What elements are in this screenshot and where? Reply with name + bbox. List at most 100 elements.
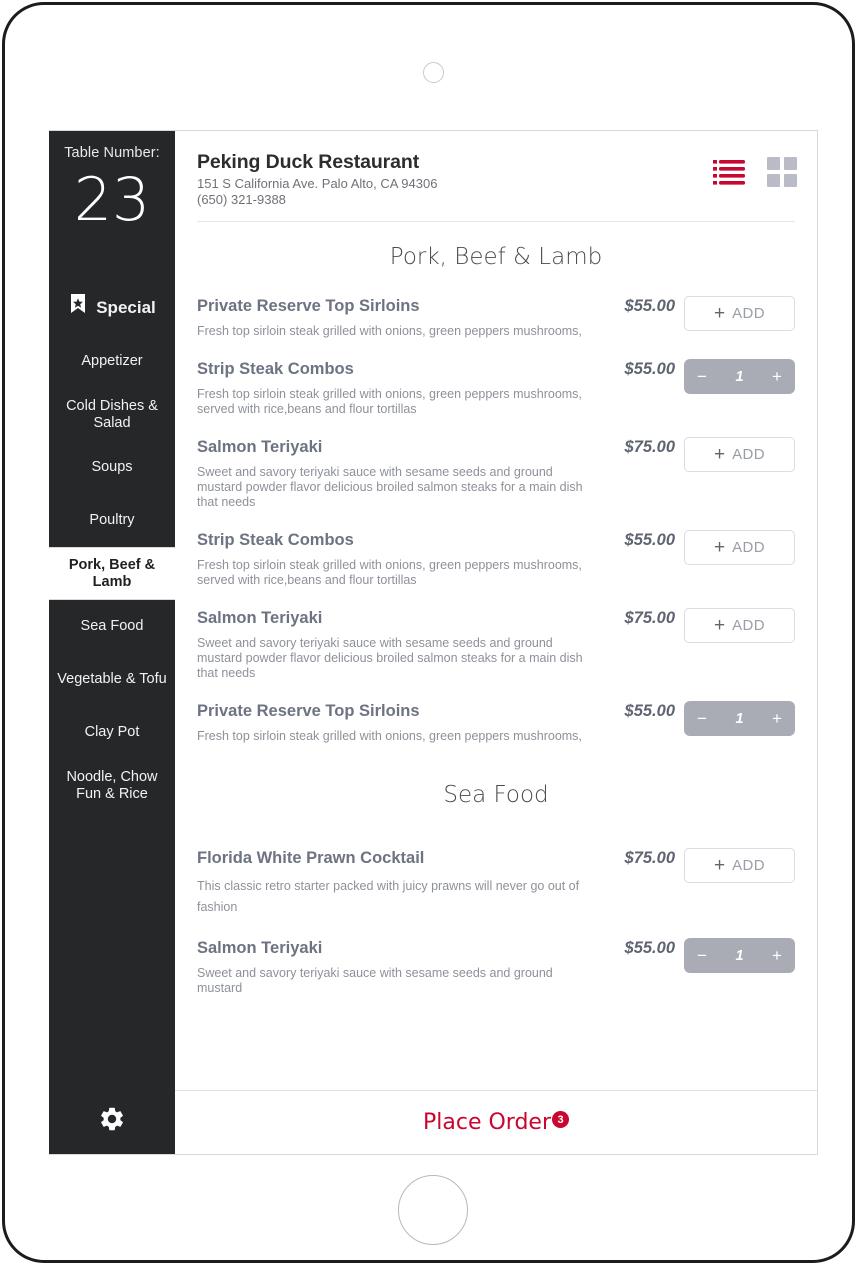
menu-list[interactable]: Pork, Beef & Lamb Private Reserve Top Si… [175, 222, 817, 1090]
add-button[interactable]: + ADD [684, 437, 795, 472]
menu-item-name: Private Reserve Top Sirloins [197, 702, 420, 720]
table-number-block: Table Number: 23 [49, 131, 175, 237]
menu-item-info: Salmon Teriyaki Sweet and savory teriyak… [197, 608, 597, 681]
menu-item-name: Salmon Teriyaki [197, 438, 323, 456]
page-title: Peking Duck Restaurant [197, 151, 420, 173]
menu-item-description: Sweet and savory teriyaki sauce with ses… [197, 636, 583, 680]
restaurant-phone: (650) 321-9388 [197, 192, 286, 207]
menu-item-description: Fresh top sirloin steak grilled with oni… [197, 387, 582, 416]
menu-item-row[interactable]: Strip Steak Combos Fresh top sirloin ste… [197, 343, 795, 421]
sidebar-item-label: Clay Pot [84, 724, 140, 740]
tablet-frame: Table Number: 23 Special Appetizer Cold … [2, 2, 855, 1263]
sidebar-item-pork-beef-lamb[interactable]: Pork, Beef & Lamb [49, 547, 175, 600]
sidebar-item-clay-pot[interactable]: Clay Pot [49, 706, 175, 759]
list-view-icon[interactable] [713, 157, 745, 192]
sidebar-item-sea-food[interactable]: Sea Food [49, 600, 175, 653]
quantity-value: 1 [735, 368, 744, 385]
decrement-icon[interactable]: − [697, 710, 707, 727]
camera-icon [423, 62, 444, 83]
place-order-label: Place Order [422, 1110, 551, 1135]
home-button[interactable] [398, 1175, 468, 1245]
restaurant-info: Peking Duck Restaurant 151 S California … [197, 151, 437, 208]
menu-item-name: Strip Steak Combos [197, 360, 354, 378]
menu-item-row[interactable]: Salmon Teriyaki Sweet and savory teriyak… [197, 922, 795, 1000]
settings-button[interactable] [49, 1088, 175, 1154]
menu-item-info: Strip Steak Combos Fresh top sirloin ste… [197, 359, 597, 417]
menu-item-price: $55.00 [624, 702, 675, 720]
section-header-pork-beef-lamb: Pork, Beef & Lamb [389, 244, 603, 270]
add-button-label: ADD [732, 617, 765, 634]
sidebar-item-special[interactable]: Special [49, 279, 175, 335]
menu-item-row[interactable]: Private Reserve Top Sirloins Fresh top s… [197, 280, 795, 343]
menu-item-row[interactable]: Salmon Teriyaki Sweet and savory teriyak… [197, 592, 795, 685]
restaurant-address: 151 S California Ave. Palo Alto, CA 9430… [197, 176, 438, 191]
sidebar-item-vegetable-tofu[interactable]: Vegetable & Tofu [49, 653, 175, 706]
add-button[interactable]: + ADD [684, 530, 795, 565]
add-button[interactable]: + ADD [684, 608, 795, 643]
menu-item-name: Salmon Teriyaki [197, 609, 323, 627]
menu-item-info: Private Reserve Top Sirloins Fresh top s… [197, 701, 597, 744]
menu-item-name: Salmon Teriyaki [197, 939, 323, 957]
increment-icon[interactable]: + [772, 710, 782, 727]
sidebar-item-label: Pork, Beef & Lamb [68, 556, 156, 590]
plus-icon: + [714, 537, 726, 558]
gear-icon [98, 1105, 126, 1138]
plus-icon: + [714, 303, 726, 324]
grid-view-icon[interactable] [767, 157, 797, 192]
sidebar-item-label: Sea Food [80, 618, 144, 634]
sidebar-item-poultry[interactable]: Poultry [49, 494, 175, 547]
menu-item-name: Strip Steak Combos [197, 531, 354, 549]
sidebar-item-label: Noodle, Chow Fun & Rice [66, 768, 158, 802]
add-button-label: ADD [732, 857, 765, 874]
add-button-label: ADD [732, 305, 765, 322]
decrement-icon[interactable]: − [697, 947, 707, 964]
menu-item-action: − 1 + [683, 359, 795, 394]
sidebar: Table Number: 23 Special Appetizer Cold … [49, 131, 175, 1154]
sidebar-item-label: Vegetable & Tofu [57, 671, 167, 687]
sidebar-item-label: Soups [91, 459, 133, 475]
increment-icon[interactable]: + [772, 947, 782, 964]
menu-item-info: Private Reserve Top Sirloins Fresh top s… [197, 296, 597, 339]
view-toggle-group [713, 151, 797, 192]
menu-item-action: − 1 + [683, 701, 795, 736]
restaurant-header: Peking Duck Restaurant 151 S California … [175, 131, 817, 208]
menu-item-price: $55.00 [624, 360, 675, 378]
menu-item-action: + ADD [683, 530, 795, 565]
add-button[interactable]: + ADD [684, 296, 795, 331]
menu-item-row[interactable]: Strip Steak Combos Fresh top sirloin ste… [197, 514, 795, 592]
sidebar-item-noodle-chow-fun-rice[interactable]: Noodle, Chow Fun & Rice [49, 759, 175, 812]
menu-item-price: $55.00 [624, 297, 675, 315]
menu-item-row[interactable]: Private Reserve Top Sirloins Fresh top s… [197, 685, 795, 748]
add-button[interactable]: + ADD [684, 848, 795, 883]
sidebar-item-appetizer[interactable]: Appetizer [49, 335, 175, 388]
increment-icon[interactable]: + [772, 368, 782, 385]
quantity-stepper[interactable]: − 1 + [684, 359, 795, 394]
sidebar-item-label: Cold Dishes & Salad [66, 397, 158, 431]
quantity-stepper[interactable]: − 1 + [684, 938, 795, 973]
decrement-icon[interactable]: − [697, 368, 707, 385]
sidebar-item-cold-dishes-salad[interactable]: Cold Dishes & Salad [49, 388, 175, 441]
menu-item-row[interactable]: Florida White Prawn Cocktail This classi… [197, 832, 795, 922]
section-header-sea-food: Sea Food [443, 782, 549, 808]
sidebar-nav: Special Appetizer Cold Dishes & Salad So… [49, 279, 175, 812]
sidebar-item-soups[interactable]: Soups [49, 441, 175, 494]
place-order-button[interactable]: Place Order 3 [423, 1110, 569, 1135]
plus-icon: + [714, 615, 726, 636]
quantity-value: 1 [735, 710, 744, 727]
menu-item-description: Fresh top sirloin steak grilled with oni… [197, 558, 582, 587]
ribbon-star-icon [68, 293, 88, 321]
menu-item-description: Sweet and savory teriyaki sauce with ses… [197, 465, 583, 509]
menu-item-description: This classic retro starter packed with j… [197, 879, 580, 914]
add-button-label: ADD [732, 446, 765, 463]
menu-item-description: Sweet and savory teriyaki sauce with ses… [197, 966, 553, 995]
quantity-value: 1 [735, 947, 744, 964]
menu-item-description: Fresh top sirloin steak grilled with oni… [197, 729, 582, 743]
menu-item-row[interactable]: Salmon Teriyaki Sweet and savory teriyak… [197, 421, 795, 514]
menu-item-price: $75.00 [624, 849, 675, 867]
menu-item-action: − 1 + [683, 938, 795, 973]
menu-item-description: Fresh top sirloin steak grilled with oni… [197, 324, 582, 338]
menu-item-price: $75.00 [624, 438, 675, 456]
order-count-badge: 3 [552, 1111, 569, 1128]
quantity-stepper[interactable]: − 1 + [684, 701, 795, 736]
